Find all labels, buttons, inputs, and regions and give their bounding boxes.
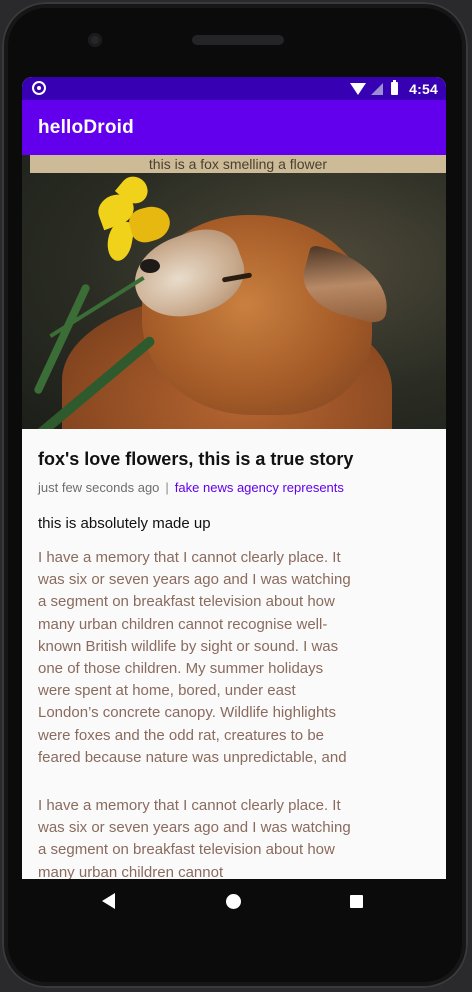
home-icon[interactable] — [226, 894, 241, 909]
status-time: 4:54 — [409, 80, 438, 97]
front-camera — [88, 33, 102, 47]
app-bar: helloDroid — [22, 100, 446, 155]
app-title: helloDroid — [38, 117, 134, 138]
recents-icon[interactable] — [350, 895, 363, 908]
navigation-bar — [0, 878, 472, 926]
earpiece-speaker — [192, 35, 284, 45]
fox-nose — [140, 259, 160, 273]
article-meta: just few seconds ago | fake news agency … — [38, 480, 344, 495]
article-headline: fox's love flowers, this is a true story — [38, 449, 354, 469]
phone-frame: 4:54 helloDroid this is a fox smelling a… — [2, 2, 468, 988]
article-source-link[interactable]: fake news agency represents — [175, 480, 344, 495]
wifi-icon — [350, 82, 367, 95]
signal-icon — [371, 82, 384, 95]
screen: 4:54 helloDroid this is a fox smelling a… — [22, 77, 446, 879]
back-icon[interactable] — [102, 893, 115, 909]
status-icons: 4:54 — [350, 80, 438, 97]
article-subheading: this is absolutely made up — [38, 515, 211, 532]
article-paragraph: I have a memory that I cannot clearly pl… — [38, 797, 351, 879]
hero-image: this is a fox smelling a flower — [22, 155, 446, 429]
meta-separator: | — [165, 480, 169, 495]
article-paragraph: I have a memory that I cannot clearly pl… — [38, 549, 351, 766]
image-caption: this is a fox smelling a flower — [30, 155, 446, 173]
notification-dot-icon — [32, 81, 46, 95]
article-timestamp: just few seconds ago — [38, 480, 160, 495]
battery-icon — [391, 80, 399, 95]
status-bar: 4:54 — [22, 77, 446, 100]
